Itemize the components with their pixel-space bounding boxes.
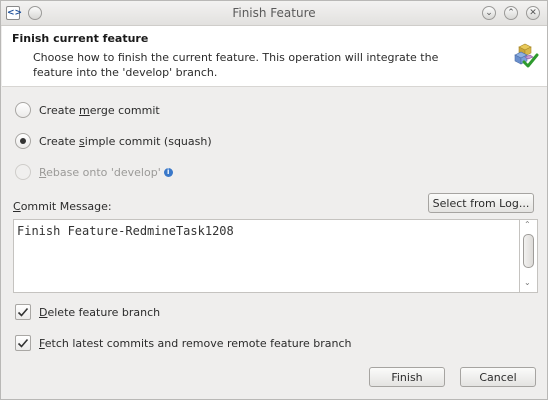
option-rebase: Rebase onto 'develop' i (15, 163, 173, 181)
finish-feature-dialog: <> Finish Feature ⌄ ⌃ ✕ Finish current f… (0, 0, 548, 400)
option-merge-label: Create merge commit (39, 103, 160, 117)
scrollbar-thumb[interactable] (523, 234, 534, 268)
radio-simple-commit[interactable] (15, 133, 31, 149)
select-from-log-button[interactable]: Select from Log... (428, 193, 534, 213)
option-simple-commit[interactable]: Create simple commit (squash) (15, 132, 212, 150)
finish-button[interactable]: Finish (369, 367, 445, 387)
checkmark-icon (17, 307, 29, 317)
fetch-latest-option[interactable]: Fetch latest commits and remove remote f… (15, 334, 352, 352)
info-icon[interactable]: i (163, 167, 173, 177)
cancel-button[interactable]: Cancel (460, 367, 536, 387)
option-simple-label: Create simple commit (squash) (39, 134, 212, 148)
radio-rebase (15, 164, 31, 180)
close-button[interactable]: ✕ (526, 6, 540, 20)
option-rebase-label: Rebase onto 'develop' (39, 165, 161, 179)
checkmark-icon (17, 338, 29, 348)
radio-merge-commit[interactable] (15, 102, 31, 118)
window-title: Finish Feature (232, 6, 316, 20)
fetch-latest-label: Fetch latest commits and remove remote f… (39, 336, 352, 350)
header-title: Finish current feature (12, 32, 149, 45)
fetch-latest-checkbox[interactable] (15, 335, 31, 351)
commit-message-label: Commit Message: (13, 200, 112, 213)
delete-feature-branch-option[interactable]: Delete feature branch (15, 303, 160, 321)
header-description: Choose how to finish the current feature… (33, 51, 439, 79)
scroll-up-icon[interactable]: ⌃ (524, 220, 531, 229)
delete-branch-checkbox[interactable] (15, 304, 31, 320)
maximize-button[interactable]: ⌃ (504, 6, 518, 20)
commit-message-scrollbar[interactable]: ⌃ ⌄ (519, 219, 538, 293)
commit-check-icon (513, 43, 539, 69)
title-bar[interactable]: <> Finish Feature ⌄ ⌃ ✕ (1, 1, 547, 26)
grip-icon: ⋮ (544, 197, 548, 207)
delete-branch-label: Delete feature branch (39, 305, 161, 319)
header-panel: Finish current feature Choose how to fin… (2, 26, 547, 87)
commit-message-textarea[interactable]: Finish Feature-RedmineTask1208 (13, 219, 519, 293)
option-merge-commit[interactable]: Create merge commit (15, 101, 160, 119)
scroll-down-icon[interactable]: ⌄ (524, 278, 531, 287)
minimize-button[interactable]: ⌄ (482, 6, 496, 20)
